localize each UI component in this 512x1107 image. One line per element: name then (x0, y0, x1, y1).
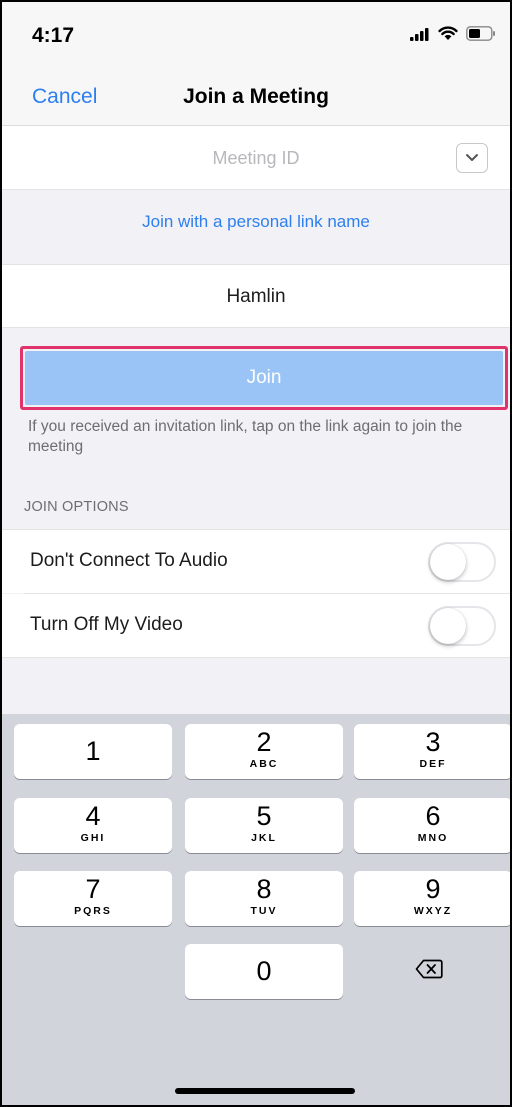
option-row-dont-connect-audio: Don't Connect To Audio (2, 529, 510, 593)
option-label: Turn Off My Video (30, 614, 183, 635)
key-7[interactable]: 7 PQRS (14, 871, 172, 926)
wifi-icon (438, 26, 458, 46)
key-8[interactable]: 8 TUV (185, 871, 343, 926)
meeting-history-dropdown-button[interactable] (456, 143, 488, 173)
status-time: 4:17 (32, 24, 75, 47)
key-0[interactable]: 0 (185, 944, 343, 999)
home-indicator (175, 1088, 355, 1094)
key-5[interactable]: 5 JKL (185, 798, 343, 853)
display-name-row (2, 264, 510, 328)
phone-screen: 4:17 Cancel Join a Meeting Meeting ID Jo… (0, 0, 512, 1107)
navigation-bar: Cancel Join a Meeting (2, 72, 510, 126)
personal-link-row: Join with a personal link name (2, 190, 510, 264)
toggle-knob (430, 608, 466, 644)
backspace-key[interactable] (350, 944, 508, 999)
key-9[interactable]: 9 WXYZ (354, 871, 510, 926)
cellular-signal-icon (410, 27, 430, 46)
key-3[interactable]: 3 DEF (354, 724, 510, 779)
key-6[interactable]: 6 MNO (354, 798, 510, 853)
invitation-hint-text: If you received an invitation link, tap … (28, 418, 463, 455)
battery-icon (466, 26, 496, 46)
option-label: Don't Connect To Audio (30, 550, 228, 571)
status-bar: 4:17 (2, 2, 510, 72)
join-options-header: JOIN OPTIONS (24, 499, 129, 515)
toggle-knob (430, 544, 466, 580)
meeting-id-row (2, 126, 510, 190)
key-1[interactable]: 1 (14, 724, 172, 779)
key-2[interactable]: 2 ABC (185, 724, 343, 779)
join-button[interactable]: Join (25, 351, 503, 405)
dont-connect-audio-toggle[interactable] (428, 542, 496, 582)
numeric-keypad: 1 2 ABC 3 DEF 4 GHI 5 JKL 6 MNO 7 PQRS 8… (2, 714, 510, 1105)
turn-off-video-toggle[interactable] (428, 606, 496, 646)
page-title: Join a Meeting (183, 85, 329, 108)
personal-link-name-link[interactable]: Join with a personal link name (2, 212, 510, 232)
backspace-icon (415, 959, 443, 984)
option-row-turn-off-video: Turn Off My Video (2, 594, 510, 658)
chevron-down-icon (465, 149, 479, 167)
display-name-input[interactable] (42, 278, 470, 316)
status-icons (410, 26, 496, 46)
meeting-id-input[interactable] (62, 140, 450, 176)
key-4[interactable]: 4 GHI (14, 798, 172, 853)
